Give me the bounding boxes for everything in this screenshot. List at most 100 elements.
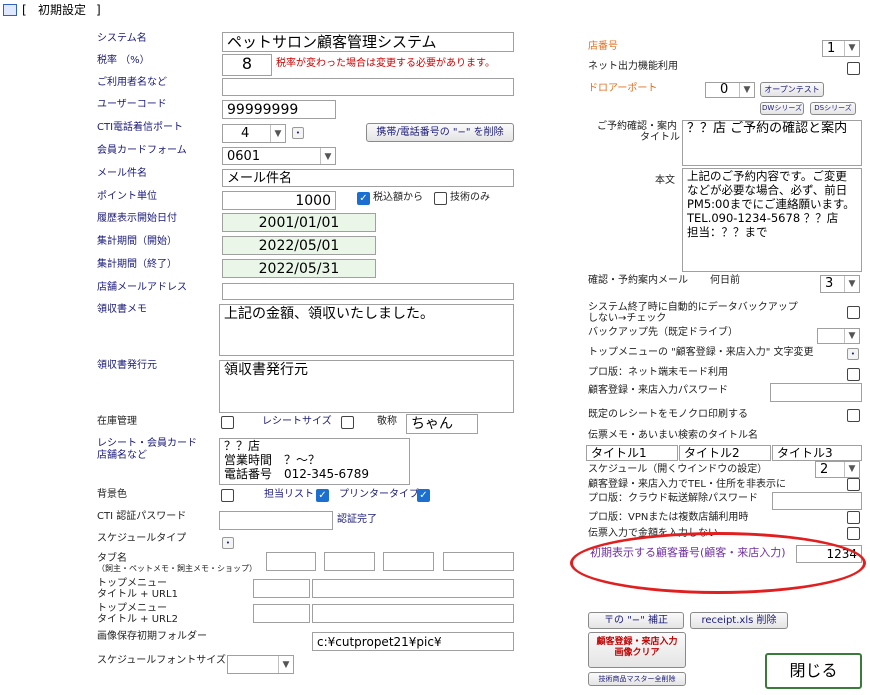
net-output-checkbox[interactable] [847, 62, 860, 75]
tax-rate-input[interactable]: 8 [222, 54, 272, 76]
tab-name-input-4[interactable] [443, 552, 514, 571]
memo-search-title1[interactable]: タイトル1 [586, 445, 678, 461]
schedule-window-select[interactable]: 2 ▼ [815, 461, 860, 478]
receipt-store-label-2: 店舗名など [97, 450, 147, 461]
staff-list-checkbox[interactable]: ✓ [316, 489, 329, 502]
chevron-down-icon[interactable]: ▼ [320, 148, 335, 164]
system-name-input[interactable]: ペットサロン顧客管理システム [222, 32, 514, 52]
inventory-checkbox[interactable] [221, 416, 234, 429]
receipt-size-checkbox[interactable] [341, 416, 354, 429]
top-menu-text-button[interactable]: • [847, 348, 859, 360]
postal-hyphen-fix-button[interactable]: 〒の "−" 補正 [588, 612, 684, 629]
user-code-label: ユーザーコード [97, 99, 167, 110]
top-menu1-label-2: タイトル + URL1 [97, 589, 178, 600]
reservation-mail-select[interactable]: 3 ▼ [820, 275, 860, 293]
store-mail-input[interactable] [222, 283, 514, 300]
member-card-form-value: 0601 [227, 149, 261, 164]
drawer-port-label: ドロアーポート [588, 83, 658, 94]
cti-password-input[interactable] [219, 511, 333, 530]
body-text-input[interactable]: 上記のご予約内容です。ご変更 などが必要な場合、必ず、前日 PM5:00までにご… [682, 168, 862, 272]
period-start-label: 集計期間（開始） [97, 236, 177, 247]
receipt-store-input[interactable]: ？？店 営業時間 ？～？ 電話番号 012-345-6789 [219, 438, 410, 485]
point-unit-input[interactable]: 1000 [222, 191, 336, 210]
memo-search-title3[interactable]: タイトル3 [772, 445, 862, 461]
store-mail-label: 店舗メールアドレス [97, 282, 187, 293]
user-name-label: ご利用者名など [97, 77, 167, 88]
pro-net-label: プロ版：ネット端末モード利用 [588, 367, 728, 378]
reservation-title-label-2: タイトル [640, 132, 680, 143]
tab-name-input-1[interactable] [266, 552, 316, 571]
hide-tel-checkbox[interactable] [847, 478, 860, 491]
hide-tel-label: 顧客登録・来店入力でTEL・住所を非表示に [588, 479, 786, 490]
user-code-input[interactable]: 99999999 [222, 100, 336, 119]
cloud-password-input[interactable] [772, 492, 862, 510]
period-start-input[interactable]: 2022/05/01 [222, 236, 376, 255]
clear-images-button[interactable]: 顧客登録・来店入力 画像クリア [588, 632, 686, 668]
open-test-button[interactable]: オープンテスト [760, 82, 824, 97]
chevron-down-icon[interactable]: ▼ [844, 462, 859, 477]
auto-backup-label-2: しない→チェック [588, 313, 667, 324]
mono-receipt-checkbox[interactable] [847, 409, 860, 422]
chevron-down-icon[interactable]: ▼ [270, 125, 285, 142]
remove-hyphen-button[interactable]: 携帯/電話番号の "−" を削除 [366, 123, 514, 142]
top-menu2-title-input[interactable] [253, 604, 310, 623]
reservation-title-input[interactable]: ？？店 ご予約の確認と案内 [682, 120, 862, 166]
mail-subject-input[interactable]: メール件名 [222, 169, 514, 187]
reg-password-input[interactable] [770, 383, 862, 402]
chevron-down-icon[interactable]: ▼ [278, 656, 293, 673]
reservation-mail-label: 確認・予約案内メール [588, 275, 688, 286]
chevron-down-icon[interactable]: ▼ [844, 329, 859, 343]
store-no-select[interactable]: 1 ▼ [822, 40, 860, 57]
backup-dest-select[interactable]: ▼ [817, 328, 860, 344]
receipt-memo-input[interactable]: 上記の金額、領収いたしました。 [219, 304, 514, 356]
ds-series-button[interactable]: DSシリーズ [810, 102, 856, 115]
cti-port-value: 4 [241, 126, 250, 141]
store-no-label: 店番号 [588, 41, 618, 52]
pro-net-checkbox[interactable] [847, 368, 860, 381]
skill-only-checkbox[interactable] [434, 192, 447, 205]
top-menu1-title-input[interactable] [253, 579, 310, 598]
reg-password-label: 顧客登録・来店入力パスワード [588, 385, 728, 396]
memo-search-title2[interactable]: タイトル2 [679, 445, 771, 461]
slip-amount-checkbox[interactable] [847, 527, 860, 540]
user-name-input[interactable] [222, 78, 514, 96]
image-folder-input[interactable]: c:¥cutpropet21¥pic¥ [312, 632, 514, 651]
cti-port-select[interactable]: 4 ▼ [222, 124, 286, 143]
receipt-issuer-label: 領収書発行元 [97, 360, 157, 371]
memo-search-label: 伝票メモ・あいまい検索のタイトル名 [588, 430, 758, 441]
receipt-issuer-input[interactable]: 領収書発行元 [219, 360, 514, 413]
reservation-mail-days-label: 何日前 [710, 275, 740, 286]
inventory-label: 在庫管理 [97, 416, 137, 427]
mono-receipt-label: 既定のレシートをモノクロ印刷する [588, 409, 748, 420]
period-end-label: 集計期間（終了） [97, 259, 177, 270]
tax-included-checkbox[interactable]: ✓ [357, 192, 370, 205]
reservation-mail-value: 3 [825, 276, 834, 291]
schedule-type-button[interactable]: • [222, 537, 234, 549]
top-menu1-url-input[interactable] [312, 579, 514, 598]
schedule-font-select[interactable]: ▼ [227, 655, 294, 674]
cti-password-label: CTI 認証パスワード [97, 511, 187, 522]
bg-color-label: 背景色 [97, 489, 127, 500]
top-menu2-label-2: タイトル + URL2 [97, 614, 178, 625]
auto-backup-checkbox[interactable] [847, 306, 860, 319]
bg-color-checkbox[interactable] [221, 489, 234, 502]
vpn-checkbox[interactable] [847, 511, 860, 524]
tab-name-input-3[interactable] [383, 552, 434, 571]
dw-series-button[interactable]: DWシリーズ [760, 102, 804, 115]
skill-master-delete-button[interactable]: 技術商品マスター全削除 [588, 672, 686, 686]
drawer-port-select[interactable]: 0 ▼ [705, 82, 755, 98]
chevron-down-icon[interactable]: ▼ [844, 41, 859, 56]
top-menu2-url-input[interactable] [312, 604, 514, 623]
close-button[interactable]: 閉じる [765, 653, 862, 689]
member-card-form-select[interactable]: 0601 ▼ [222, 147, 336, 165]
chevron-down-icon[interactable]: ▼ [844, 276, 859, 292]
period-end-input[interactable]: 2022/05/31 [222, 259, 376, 278]
chevron-down-icon[interactable]: ▼ [739, 83, 754, 97]
tab-name-input-2[interactable] [324, 552, 375, 571]
printer-type-checkbox[interactable]: ✓ [417, 489, 430, 502]
receipt-xls-delete-button[interactable]: receipt.xls 削除 [690, 612, 788, 629]
cti-port-option-button[interactable]: • [292, 127, 304, 139]
history-start-label: 履歴表示開始日付 [97, 213, 177, 224]
honorific-input[interactable]: ちゃん [406, 414, 478, 434]
history-start-input[interactable]: 2001/01/01 [222, 213, 376, 232]
